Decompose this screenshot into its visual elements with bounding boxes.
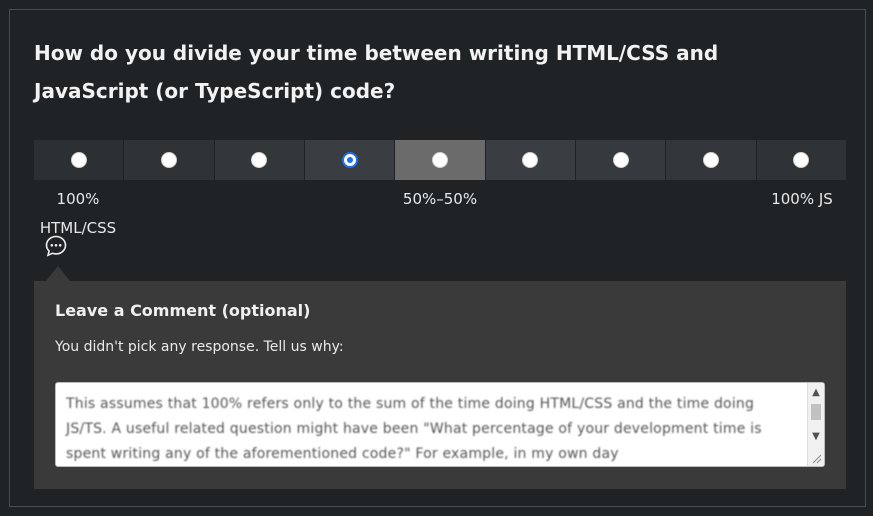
- scroll-down-icon[interactable]: ▼: [808, 429, 824, 445]
- comment-textarea-value: This assumes that 100% refers only to th…: [66, 396, 762, 462]
- question-text: How do you divide your time between writ…: [34, 41, 719, 103]
- scale-option-7[interactable]: [575, 140, 666, 180]
- scale-label-left-line1: 100%: [56, 190, 100, 208]
- comment-prompt: You didn't pick any response. Tell us wh…: [55, 339, 344, 355]
- scroll-thumb[interactable]: [811, 404, 821, 420]
- radio-button[interactable]: [522, 152, 539, 168]
- scale-option-6[interactable]: [485, 140, 575, 180]
- survey-question-card: How do you divide your time between writ…: [9, 9, 866, 507]
- scale-option-2[interactable]: [124, 140, 214, 180]
- scale-option-3[interactable]: [214, 140, 304, 180]
- speech-bubble-icon[interactable]: [44, 234, 68, 258]
- resize-grip-icon[interactable]: [810, 452, 822, 464]
- comment-title: Leave a Comment (optional): [55, 301, 311, 320]
- scale-option-9[interactable]: [756, 140, 846, 180]
- scale-option-4[interactable]: [304, 140, 395, 180]
- scale-option-8[interactable]: [666, 140, 756, 180]
- scale-label-right: 100% JS: [771, 190, 833, 208]
- scroll-up-icon[interactable]: ▲: [808, 385, 824, 401]
- radio-button[interactable]: [160, 152, 177, 168]
- radio-button[interactable]: [70, 152, 87, 168]
- scale-option-5[interactable]: [395, 140, 485, 180]
- radio-button[interactable]: [341, 152, 358, 168]
- comment-textarea[interactable]: This assumes that 100% refers only to th…: [55, 382, 825, 467]
- comment-panel: Leave a Comment (optional) You didn't pi…: [34, 281, 846, 489]
- radio-button[interactable]: [612, 152, 629, 168]
- scale-option-1[interactable]: [34, 140, 124, 180]
- radio-button[interactable]: [793, 152, 810, 168]
- radio-button[interactable]: [702, 152, 719, 168]
- comment-panel-pointer: [46, 266, 70, 281]
- percentage-scale: [34, 140, 846, 180]
- radio-button[interactable]: [431, 152, 448, 168]
- radio-button[interactable]: [251, 152, 268, 168]
- scale-label-middle: 50%–50%: [402, 190, 478, 208]
